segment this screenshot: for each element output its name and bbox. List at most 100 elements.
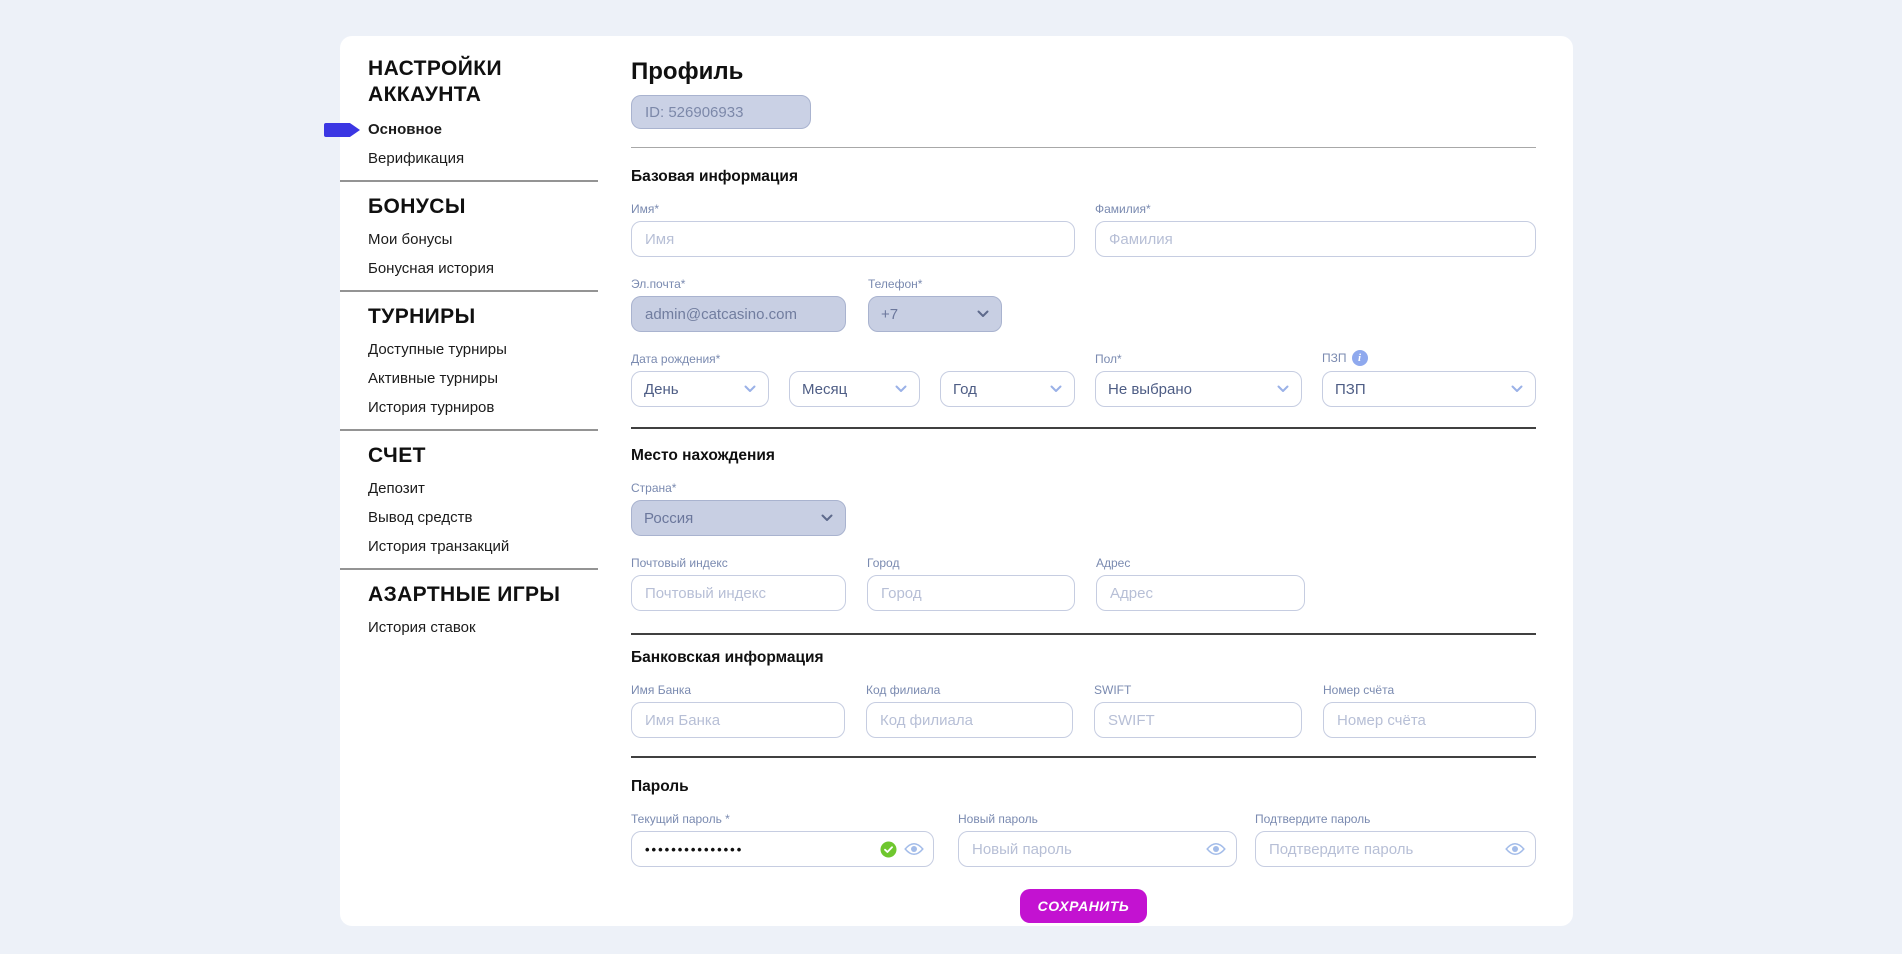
chevron-down-icon	[977, 310, 989, 318]
sidebar-group-bonuses: БОНУСЫ Мои бонусы Бонусная история	[368, 194, 598, 277]
postal-code-input[interactable]	[631, 575, 846, 611]
country-group: Страна* Россия	[631, 481, 846, 536]
first-name-group: Имя*	[631, 202, 1075, 257]
address-input[interactable]	[1096, 575, 1305, 611]
section-divider	[631, 756, 1536, 758]
sidebar-item-label: История транзакций	[368, 538, 509, 555]
birth-year-value: Год	[953, 381, 977, 398]
sidebar-group-account-money: СЧЕТ Депозит Вывод средств История транз…	[368, 443, 598, 555]
sidebar-item-label: Депозит	[368, 480, 425, 497]
account-number-group: Номер счёта	[1323, 683, 1536, 738]
birth-gender-pzp-row: Дата рождения* День Месяц	[631, 350, 1536, 407]
sidebar-item-label: Бонусная история	[368, 260, 494, 277]
swift-group: SWIFT	[1094, 683, 1302, 738]
birth-day-select[interactable]: День	[631, 371, 769, 407]
birth-month-select[interactable]: Месяц	[789, 371, 920, 407]
email-phone-row: Эл.почта* Телефон* +7	[631, 277, 1536, 332]
confirm-password-label: Подтвердите пароль	[1255, 812, 1536, 826]
bank-name-input[interactable]	[631, 702, 845, 738]
bank-row: Имя Банка Код филиала SWIFT Номер счёта	[631, 683, 1536, 738]
birth-month-group: Месяц	[789, 371, 920, 407]
settings-sidebar: НАСТРОЙКИ АККАУНТА Основное Верификация …	[340, 56, 598, 649]
sidebar-item-bets-history[interactable]: История ставок	[368, 620, 598, 636]
account-number-input[interactable]	[1323, 702, 1536, 738]
sidebar-title: НАСТРОЙКИ АККАУНТА	[368, 56, 553, 108]
new-password-wrap	[958, 831, 1237, 867]
sidebar-item-bonus-history[interactable]: Бонусная история	[368, 261, 598, 277]
page-title: Профиль	[631, 58, 1536, 86]
gender-select[interactable]: Не выбрано	[1095, 371, 1302, 407]
sidebar-item-label: История ставок	[368, 619, 476, 636]
last-name-label: Фамилия*	[1095, 202, 1536, 216]
birth-month-value: Месяц	[802, 381, 847, 398]
branch-code-input[interactable]	[866, 702, 1073, 738]
chevron-down-icon	[821, 514, 833, 522]
sidebar-divider	[340, 180, 598, 182]
sidebar-item-available-tournaments[interactable]: Доступные турниры	[368, 342, 598, 358]
address-label: Адрес	[1096, 556, 1305, 570]
eye-icon[interactable]	[1206, 842, 1226, 856]
address-row: Почтовый индекс Город Адрес	[631, 556, 1536, 611]
first-name-input[interactable]	[631, 221, 1075, 257]
branch-code-group: Код филиала	[866, 683, 1073, 738]
eye-icon[interactable]	[1505, 842, 1525, 856]
sidebar-item-verification[interactable]: Верификация	[368, 151, 598, 167]
postal-code-label: Почтовый индекс	[631, 556, 846, 570]
sidebar-item-my-bonuses[interactable]: Мои бонусы	[368, 232, 598, 248]
pzp-label-text: ПЗП	[1322, 351, 1347, 365]
save-button[interactable]: СОХРАНИТЬ	[1020, 889, 1147, 923]
sidebar-divider	[340, 290, 598, 292]
sidebar-item-main[interactable]: Основное	[368, 122, 598, 138]
email-group: Эл.почта*	[631, 277, 846, 332]
settings-card: НАСТРОЙКИ АККАУНТА Основное Верификация …	[340, 36, 1573, 926]
bank-name-group: Имя Банка	[631, 683, 845, 738]
phone-label: Телефон*	[868, 277, 1002, 291]
chevron-down-icon	[744, 385, 756, 393]
last-name-input[interactable]	[1095, 221, 1536, 257]
sidebar-item-label: Верификация	[368, 150, 464, 167]
sidebar-item-transaction-history[interactable]: История транзакций	[368, 539, 598, 555]
info-icon[interactable]: i	[1352, 350, 1368, 366]
sidebar-item-label: Активные турниры	[368, 370, 498, 387]
swift-input[interactable]	[1094, 702, 1302, 738]
country-label: Страна*	[631, 481, 846, 495]
birth-day-group: Дата рождения* День	[631, 352, 769, 407]
pzp-value: ПЗП	[1335, 381, 1366, 398]
address-group: Адрес	[1096, 556, 1305, 611]
new-password-input[interactable]	[958, 831, 1237, 867]
sidebar-heading-tournaments: ТУРНИРЫ	[368, 304, 598, 330]
phone-group: Телефон* +7	[868, 277, 1002, 332]
gender-label: Пол*	[1095, 352, 1302, 366]
phone-code-select: +7	[868, 296, 1002, 332]
sidebar-item-active-tournaments[interactable]: Активные турниры	[368, 371, 598, 387]
chevron-down-icon	[1511, 385, 1523, 393]
eye-icon[interactable]	[904, 842, 924, 856]
current-password-label: Текущий пароль *	[631, 812, 934, 826]
new-password-eye	[1206, 831, 1226, 867]
location-heading: Место нахождения	[631, 447, 1536, 465]
sidebar-divider	[340, 568, 598, 570]
bank-info-heading: Банковская информация	[631, 649, 1536, 667]
active-marker-arrow-icon	[324, 123, 360, 137]
current-password-icons	[880, 831, 924, 867]
sidebar-item-label: История турниров	[368, 399, 494, 416]
sidebar-item-withdrawal[interactable]: Вывод средств	[368, 510, 598, 526]
sidebar-item-tournament-history[interactable]: История турниров	[368, 400, 598, 416]
sidebar-item-label: Основное	[368, 121, 442, 138]
birth-year-select[interactable]: Год	[940, 371, 1075, 407]
account-settings-screen: НАСТРОЙКИ АККАУНТА Основное Верификация …	[0, 0, 1902, 954]
confirm-password-input[interactable]	[1255, 831, 1536, 867]
basic-info-heading: Базовая информация	[631, 168, 1536, 186]
confirm-password-eye	[1505, 831, 1525, 867]
pzp-select[interactable]: ПЗП	[1322, 371, 1536, 407]
current-password-group: Текущий пароль *	[631, 812, 934, 867]
chevron-down-icon	[1277, 385, 1289, 393]
sidebar-item-label: Мои бонусы	[368, 231, 452, 248]
city-group: Город	[867, 556, 1075, 611]
city-input[interactable]	[867, 575, 1075, 611]
pzp-label: ПЗП i	[1322, 350, 1536, 366]
sidebar-item-deposit[interactable]: Депозит	[368, 481, 598, 497]
password-heading: Пароль	[631, 778, 1536, 796]
city-label: Город	[867, 556, 1075, 570]
sidebar-heading-account: СЧЕТ	[368, 443, 598, 469]
